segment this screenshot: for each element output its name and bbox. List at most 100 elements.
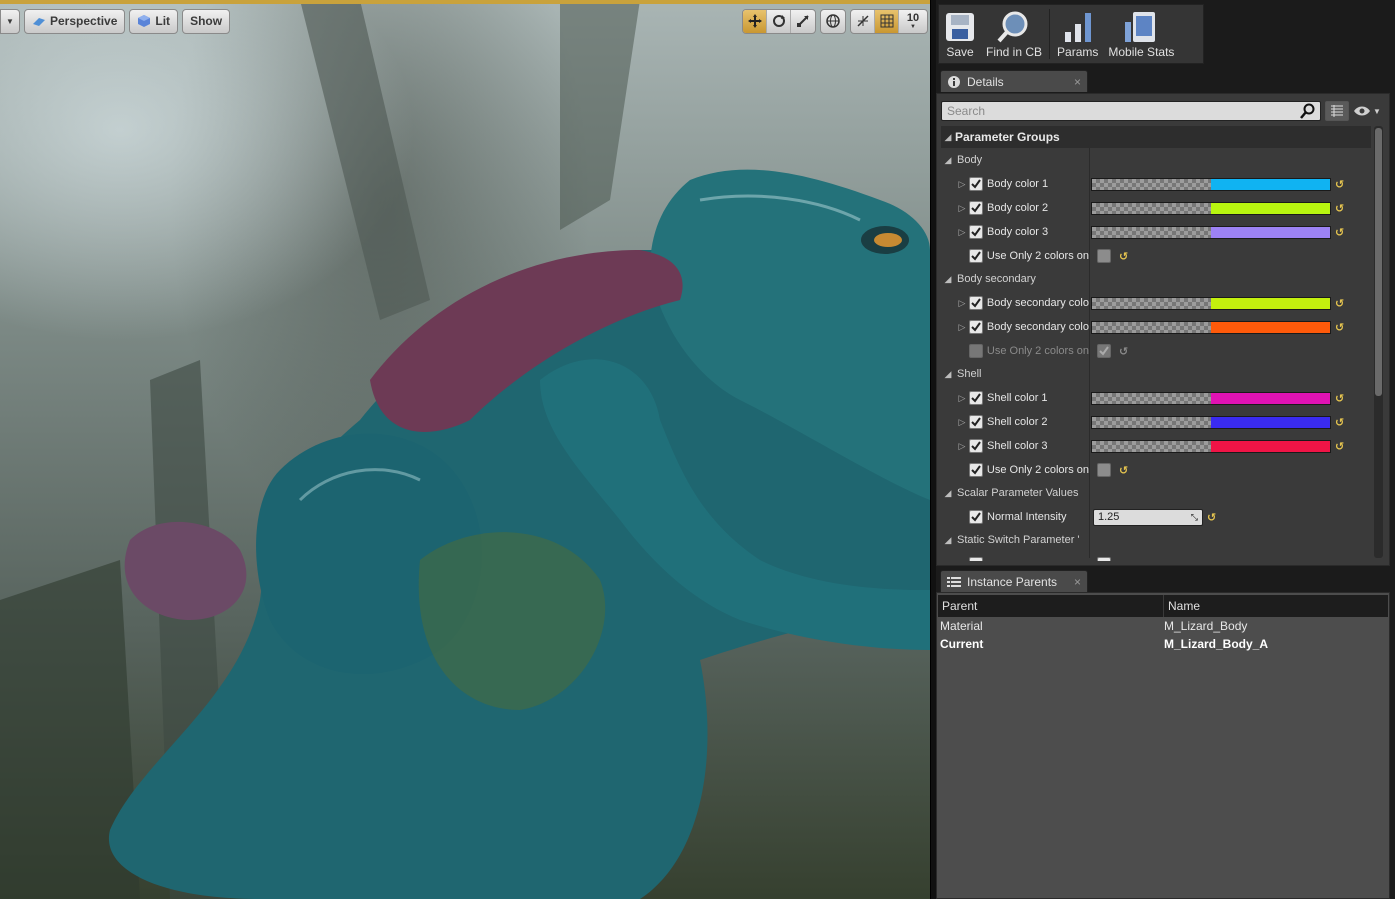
override-checkbox[interactable] (968, 296, 983, 310)
override-checkbox[interactable] (969, 391, 983, 405)
override-checkbox[interactable] (968, 249, 983, 263)
column-header-name[interactable]: Name (1164, 599, 1200, 613)
override-checkbox[interactable] (968, 320, 983, 334)
scrollbar-thumb[interactable] (1375, 128, 1382, 396)
rotate-tool-button[interactable] (767, 9, 791, 33)
chevron-down-icon: ▼ (1373, 106, 1381, 116)
color-swatch[interactable] (1091, 415, 1331, 429)
reset-to-default-icon[interactable]: ↺ (1335, 226, 1344, 239)
color-swatch[interactable] (1091, 439, 1331, 453)
translate-tool-button[interactable] (743, 9, 767, 33)
reset-to-default-icon[interactable]: ↺ (1335, 440, 1344, 453)
expand-arrow-icon[interactable]: ▷ (955, 203, 969, 214)
override-checkbox[interactable] (969, 415, 983, 429)
reset-to-default-icon[interactable]: ↺ (1335, 416, 1344, 429)
override-checkbox[interactable] (969, 510, 983, 524)
group-body[interactable]: ◢ Body (941, 149, 1371, 171)
collapse-triangle-icon: ◢ (944, 534, 952, 545)
expand-arrow-icon[interactable]: ▷ (955, 298, 969, 309)
alpha-preview (1092, 416, 1211, 428)
world-coordinates-button[interactable] (821, 10, 845, 33)
color-swatch[interactable] (1091, 320, 1331, 334)
expand-arrow-icon[interactable]: ▷ (955, 393, 969, 404)
override-checkbox[interactable] (969, 225, 983, 239)
reset-to-default-icon[interactable]: ↺ (1119, 250, 1128, 263)
params-button[interactable]: Params (1052, 5, 1103, 63)
group-shell[interactable]: ◢ Shell (941, 363, 1371, 385)
drag-handle-icon[interactable]: ⤡ (1191, 512, 1198, 523)
hierarchy-list-icon (947, 576, 961, 587)
expand-arrow-icon[interactable]: ▷ (955, 179, 969, 190)
reset-to-default-icon[interactable]: ↺ (1335, 202, 1344, 215)
reset-to-default-icon[interactable]: ↺ (1335, 392, 1344, 405)
color-swatch[interactable] (1091, 177, 1331, 191)
save-button[interactable]: Save (939, 5, 981, 63)
expand-arrow-icon[interactable]: ▷ (955, 322, 969, 333)
reset-to-default-icon[interactable]: ↺ (1335, 178, 1344, 191)
reset-to-default-icon[interactable]: ↺ (1335, 297, 1344, 310)
mobile-stats-button[interactable]: Mobile Stats (1103, 5, 1179, 63)
viewport[interactable]: ▼ Perspective Lit Show 10 ▼ (0, 0, 930, 899)
override-checkbox[interactable] (969, 439, 983, 453)
override-checkbox[interactable] (968, 463, 983, 477)
reset-to-default-icon[interactable]: ↺ (1207, 511, 1216, 524)
value-checkbox[interactable] (1097, 557, 1111, 561)
search-input[interactable]: Search (941, 101, 1321, 121)
color-swatch[interactable] (1091, 296, 1331, 310)
tab-details[interactable]: Details × (940, 70, 1088, 92)
param-label: Body color 1 (987, 178, 1049, 190)
close-icon[interactable]: × (1074, 575, 1081, 589)
override-checkbox[interactable] (969, 201, 983, 215)
color-swatch[interactable] (1091, 201, 1331, 215)
checkmark-icon (971, 227, 981, 237)
mobile-stats-label: Mobile Stats (1108, 45, 1175, 59)
normal-intensity-input[interactable]: 1.25 ⤡ (1093, 508, 1203, 526)
perspective-button[interactable]: Perspective (24, 8, 126, 34)
reset-to-default-icon[interactable]: ↺ (1335, 321, 1344, 334)
reset-to-default-icon[interactable]: ↺ (1119, 464, 1128, 477)
group-static-switch[interactable]: ◢ Static Switch Parameter ' (941, 529, 1371, 551)
alpha-preview (1092, 440, 1211, 452)
expand-arrow-icon[interactable]: ▷ (955, 417, 969, 428)
instance-parents-header: Parent Name (938, 595, 1388, 617)
find-in-cb-button[interactable]: Find in CB (981, 5, 1047, 63)
value-checkbox[interactable] (1097, 463, 1111, 477)
close-icon[interactable]: × (1074, 75, 1081, 89)
reset-to-default-icon[interactable]: ↺ (1119, 345, 1128, 358)
scale-tool-button[interactable] (791, 10, 815, 33)
info-icon (948, 75, 960, 88)
value-checkbox[interactable] (1097, 249, 1111, 263)
viewport-options-dropdown[interactable]: ▼ (0, 8, 20, 34)
lit-button[interactable]: Lit (129, 8, 179, 34)
param-label: Use Only 2 colors on (986, 250, 1089, 262)
view-options-button[interactable]: ▼ (1353, 101, 1381, 121)
show-button[interactable]: Show (182, 8, 231, 34)
grid-snap-toggle[interactable] (875, 9, 899, 33)
table-row[interactable]: Material M_Lizard_Body (938, 617, 1388, 635)
color-swatch[interactable] (1091, 225, 1331, 239)
group-scalar-parameters[interactable]: ◢ Scalar Parameter Values (941, 482, 1371, 504)
checkmark-icon (971, 322, 981, 332)
viewport-scene-image (0, 0, 930, 899)
property-matrix-button[interactable] (1325, 101, 1349, 121)
expand-arrow-icon[interactable]: ▷ (955, 227, 969, 238)
grid-snap-value-dropdown[interactable]: 10 ▼ (899, 10, 927, 33)
chevron-down-icon: ▼ (910, 24, 916, 30)
table-row[interactable]: Current M_Lizard_Body_A (938, 635, 1388, 653)
alpha-preview (1092, 392, 1211, 404)
color-swatch[interactable] (1091, 391, 1331, 405)
search-icon (1300, 103, 1315, 119)
value-checkbox[interactable] (1097, 344, 1111, 358)
override-checkbox[interactable] (969, 557, 983, 561)
details-scrollbar[interactable] (1374, 126, 1383, 558)
tab-instance-parents[interactable]: Instance Parents × (940, 570, 1088, 592)
override-checkbox[interactable] (968, 344, 983, 358)
surface-snap-button[interactable] (851, 9, 875, 33)
toolbar-separator (1049, 9, 1051, 59)
column-header-parent[interactable]: Parent (938, 595, 1164, 617)
override-checkbox[interactable] (969, 177, 983, 191)
details-panel: Search ▼ ◢ Parameter Groups ◢ Body ▷ Bod… (936, 93, 1390, 566)
expand-arrow-icon[interactable]: ▷ (955, 441, 969, 452)
group-body-secondary[interactable]: ◢ Body secondary (941, 268, 1371, 290)
parameter-groups-header[interactable]: ◢ Parameter Groups (941, 126, 1371, 148)
